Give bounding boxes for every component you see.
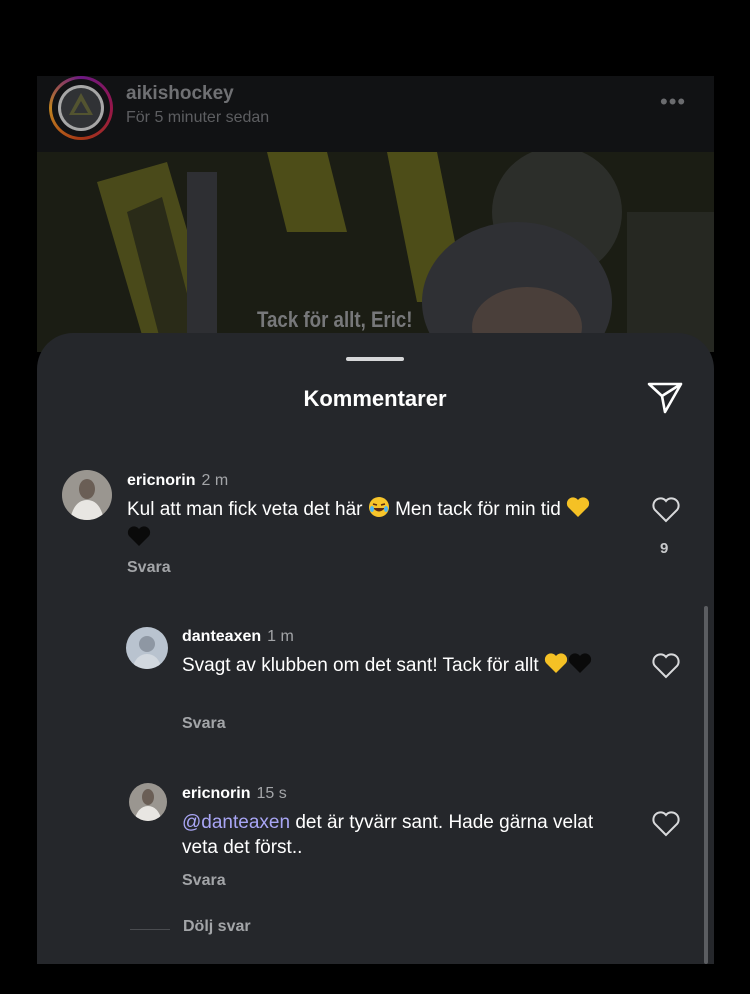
send-icon[interactable] [645, 380, 685, 416]
comment-time: 2 m [201, 472, 229, 489]
avatar[interactable] [62, 470, 112, 520]
story-username[interactable]: aikishockey [126, 83, 234, 105]
reply-time: 1 m [267, 628, 294, 645]
comment-text: Kul att man fick veta det här Men tack f… [127, 496, 597, 554]
comment-username[interactable]: ericnorin 2 m [127, 472, 228, 490]
reply-button[interactable]: Svara [182, 872, 226, 890]
mention-link[interactable]: @danteaxen [182, 812, 290, 833]
scrollbar[interactable] [704, 606, 708, 964]
sheet-grabber[interactable] [346, 357, 404, 361]
black-heart-icon [568, 652, 592, 681]
screen: aikishockey För 5 minuter sedan ••• Tack… [0, 0, 750, 994]
story-avatar[interactable] [49, 76, 113, 140]
reply-button[interactable]: Svara [127, 559, 171, 577]
like-heart-icon[interactable] [651, 651, 681, 679]
reply-text: @danteaxen det är tyvärr sant. Hade gärn… [182, 812, 594, 858]
story-photo: Tack för allt, Eric! [37, 152, 714, 352]
reply-button[interactable]: Svara [182, 715, 226, 733]
story-time-ago: För 5 minuter sedan [126, 109, 270, 126]
hide-replies-button[interactable]: Dölj svar [183, 918, 251, 936]
yellow-heart-icon [544, 652, 568, 681]
reply-time: 15 s [256, 785, 287, 802]
reply-username[interactable]: ericnorin 15 s [182, 785, 287, 803]
like-count: 9 [660, 540, 669, 557]
like-heart-icon[interactable] [651, 495, 681, 523]
reply-text: Svagt av klubben om det sant! Tack för a… [182, 652, 632, 681]
black-heart-icon [127, 525, 151, 554]
avatar[interactable] [129, 783, 167, 821]
story-caption: Tack för allt, Eric! [257, 307, 413, 332]
hide-replies-divider [130, 929, 170, 930]
avatar[interactable] [126, 627, 168, 669]
club-logo-icon [58, 85, 104, 131]
reply-username[interactable]: danteaxen 1 m [182, 628, 294, 646]
more-horizontal-icon[interactable]: ••• [660, 91, 692, 113]
like-heart-icon[interactable] [651, 809, 681, 837]
sheet-title: Kommentarer [303, 386, 447, 411]
laughing-emoji-icon [368, 496, 390, 525]
yellow-heart-icon [566, 496, 590, 525]
